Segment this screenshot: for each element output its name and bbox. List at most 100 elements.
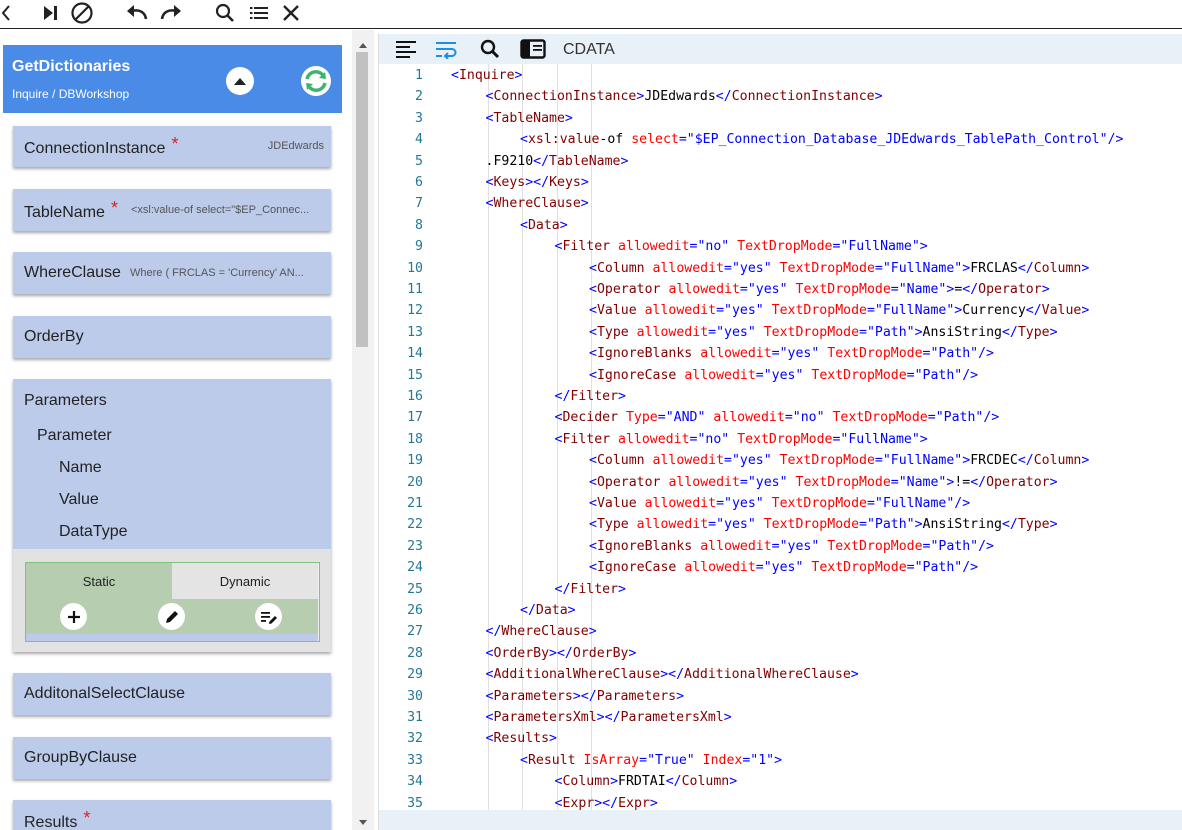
component-header: GetDictionaries Inquire / DBWorkshop bbox=[3, 45, 342, 113]
code-line: <Inquire> bbox=[451, 68, 523, 83]
code-line: <Operator allowedit="yes" TextDropMode="… bbox=[589, 282, 1050, 297]
redo-icon[interactable] bbox=[157, 0, 185, 26]
code-line: <Keys></Keys> bbox=[485, 175, 589, 190]
code-line: <Result IsArray="True" Index="1"> bbox=[520, 752, 783, 768]
line-number: 14 bbox=[407, 346, 423, 362]
undo-icon[interactable] bbox=[123, 0, 151, 26]
line-number: 15 bbox=[407, 367, 423, 383]
add-button[interactable] bbox=[60, 603, 87, 630]
code-line: <IgnoreBlanks allowedit="yes" TextDropMo… bbox=[589, 346, 994, 362]
code-line: <Operator allowedit="yes" TextDropMode="… bbox=[589, 474, 1058, 490]
code-line: </WhereClause> bbox=[485, 624, 597, 640]
field-table-name[interactable]: TableName * <xsl:value-of select="$EP_Con… bbox=[13, 189, 331, 231]
line-number: 31 bbox=[407, 710, 423, 725]
code-line: <Filter allowedit="no" TextDropMode="Ful… bbox=[554, 431, 928, 447]
scroll-thumb[interactable] bbox=[356, 52, 368, 347]
close-icon[interactable] bbox=[279, 0, 303, 26]
line-number: 29 bbox=[407, 667, 423, 683]
line-number-gutter: 1 2 3 4 5 6 7 8 9 10 11 12 13 14 15 16 17 18 19 20 21 22 23 24 2… bbox=[379, 64, 451, 814]
line-number: 21 bbox=[407, 496, 423, 511]
tab-static[interactable]: Static bbox=[26, 563, 172, 599]
chevron-left-icon[interactable] bbox=[0, 0, 12, 26]
component-subtitle: Inquire / DBWorkshop bbox=[12, 87, 130, 101]
list-icon[interactable] bbox=[246, 0, 272, 26]
line-number: 11 bbox=[407, 282, 423, 297]
code-line: <Results> bbox=[485, 731, 557, 747]
line-number: 24 bbox=[407, 560, 423, 576]
search-icon[interactable] bbox=[212, 0, 238, 26]
line-number: 32 bbox=[407, 731, 423, 747]
stop-icon[interactable] bbox=[68, 0, 96, 26]
step-over-icon[interactable] bbox=[38, 0, 62, 26]
side-panel-icon[interactable] bbox=[519, 37, 547, 61]
code-line: <OrderBy></OrderBy> bbox=[485, 645, 637, 661]
edit-button[interactable] bbox=[158, 603, 185, 630]
code-line: <xsl:value-of select="$EP_Connection_Dat… bbox=[520, 132, 1124, 148]
tab-dynamic[interactable]: Dynamic bbox=[172, 563, 318, 599]
triangle-up-icon bbox=[234, 78, 246, 85]
code-line: <Parameters></Parameters> bbox=[485, 688, 685, 704]
code-line: <AdditionalWhereClause></AdditionalWhere… bbox=[485, 667, 859, 683]
field-label: OrderBy bbox=[24, 328, 84, 345]
editor-toolbar: CDATA bbox=[379, 34, 1182, 64]
param-name-node[interactable]: Name bbox=[59, 459, 102, 477]
field-label: GroupByClause bbox=[24, 749, 137, 766]
parameter-node[interactable]: Parameter bbox=[37, 427, 112, 445]
code-line: <ConnectionInstance>JDEdwards</Connectio… bbox=[485, 89, 883, 105]
field-additional-select-clause[interactable]: AdditonalSelectClause bbox=[13, 673, 331, 715]
code-line: <IgnoreCase allowedit="yes" TextDropMode… bbox=[589, 560, 979, 576]
scroll-up-icon[interactable] bbox=[352, 38, 374, 52]
field-label: Results * bbox=[24, 808, 91, 830]
line-number: 9 bbox=[415, 239, 423, 255]
field-parameters: Parameters Parameter Name Value DataType… bbox=[13, 379, 331, 652]
code-line: <Column allowedit="yes" TextDropMode="Fu… bbox=[589, 260, 1090, 276]
edit-list-button[interactable] bbox=[255, 603, 282, 630]
component-title: GetDictionaries bbox=[12, 58, 131, 75]
line-number: 7 bbox=[415, 196, 423, 212]
word-wrap-icon[interactable] bbox=[434, 37, 460, 61]
code-line: <Column>FRDTAI</Column> bbox=[554, 774, 738, 790]
search-icon[interactable] bbox=[477, 37, 503, 61]
field-value: <xsl:value-of select="$EP_Connec... bbox=[131, 204, 310, 216]
line-number: 19 bbox=[407, 453, 423, 469]
field-label: ConnectionInstance * bbox=[24, 134, 179, 157]
line-number: 33 bbox=[407, 752, 423, 768]
field-value: JDEdwards bbox=[267, 140, 324, 152]
line-number: 17 bbox=[407, 410, 423, 426]
code-line: <IgnoreBlanks allowedit="yes" TextDropMo… bbox=[589, 538, 994, 554]
line-number: 18 bbox=[407, 431, 423, 447]
line-number: 20 bbox=[407, 474, 423, 490]
format-icon[interactable] bbox=[393, 37, 419, 61]
code-line: <Column allowedit="yes" TextDropMode="Fu… bbox=[589, 453, 1090, 469]
collapse-button[interactable] bbox=[226, 67, 254, 95]
field-order-by[interactable]: OrderBy bbox=[13, 316, 331, 358]
code-area[interactable]: <Inquire> <ConnectionInstance>JDEdwards</… bbox=[451, 64, 1182, 814]
field-label: TableName * bbox=[24, 198, 118, 221]
field-results[interactable]: Results * bbox=[13, 800, 331, 830]
line-number: 2 bbox=[415, 89, 423, 105]
pencil-icon bbox=[165, 610, 178, 623]
line-number: 13 bbox=[407, 324, 423, 340]
refresh-button[interactable] bbox=[301, 66, 331, 96]
required-marker: * bbox=[110, 198, 118, 218]
code-line: </Filter> bbox=[554, 389, 626, 404]
sync-icon bbox=[305, 70, 327, 92]
panel-scrollbar[interactable] bbox=[352, 30, 374, 830]
cdata-button[interactable]: CDATA bbox=[563, 41, 615, 59]
code-line: <Value allowedit="yes" TextDropMode="Ful… bbox=[589, 496, 971, 511]
field-where-clause[interactable]: WhereClause Where ( FRCLAS = 'Currency' … bbox=[13, 252, 331, 294]
param-datatype-node[interactable]: DataType bbox=[59, 523, 127, 541]
line-number: 34 bbox=[407, 774, 423, 790]
param-value-node[interactable]: Value bbox=[59, 491, 99, 509]
line-number: 5 bbox=[415, 153, 423, 169]
code-line: <Decider Type="AND" allowedit="no" TextD… bbox=[554, 410, 1000, 426]
code-line: </Filter> bbox=[554, 581, 626, 597]
scroll-down-icon[interactable] bbox=[352, 816, 374, 830]
field-connection-instance[interactable]: ConnectionInstance * JDEdwards bbox=[13, 126, 331, 167]
code-line: <ParametersXml></ParametersXml> bbox=[485, 710, 732, 725]
line-number: 27 bbox=[407, 624, 423, 640]
line-number: 26 bbox=[407, 603, 423, 618]
parameters-label[interactable]: Parameters bbox=[24, 392, 107, 410]
field-group-by-clause[interactable]: GroupByClause bbox=[13, 737, 331, 779]
field-value: Where ( FRCLAS = 'Currency' AN... bbox=[130, 267, 304, 279]
